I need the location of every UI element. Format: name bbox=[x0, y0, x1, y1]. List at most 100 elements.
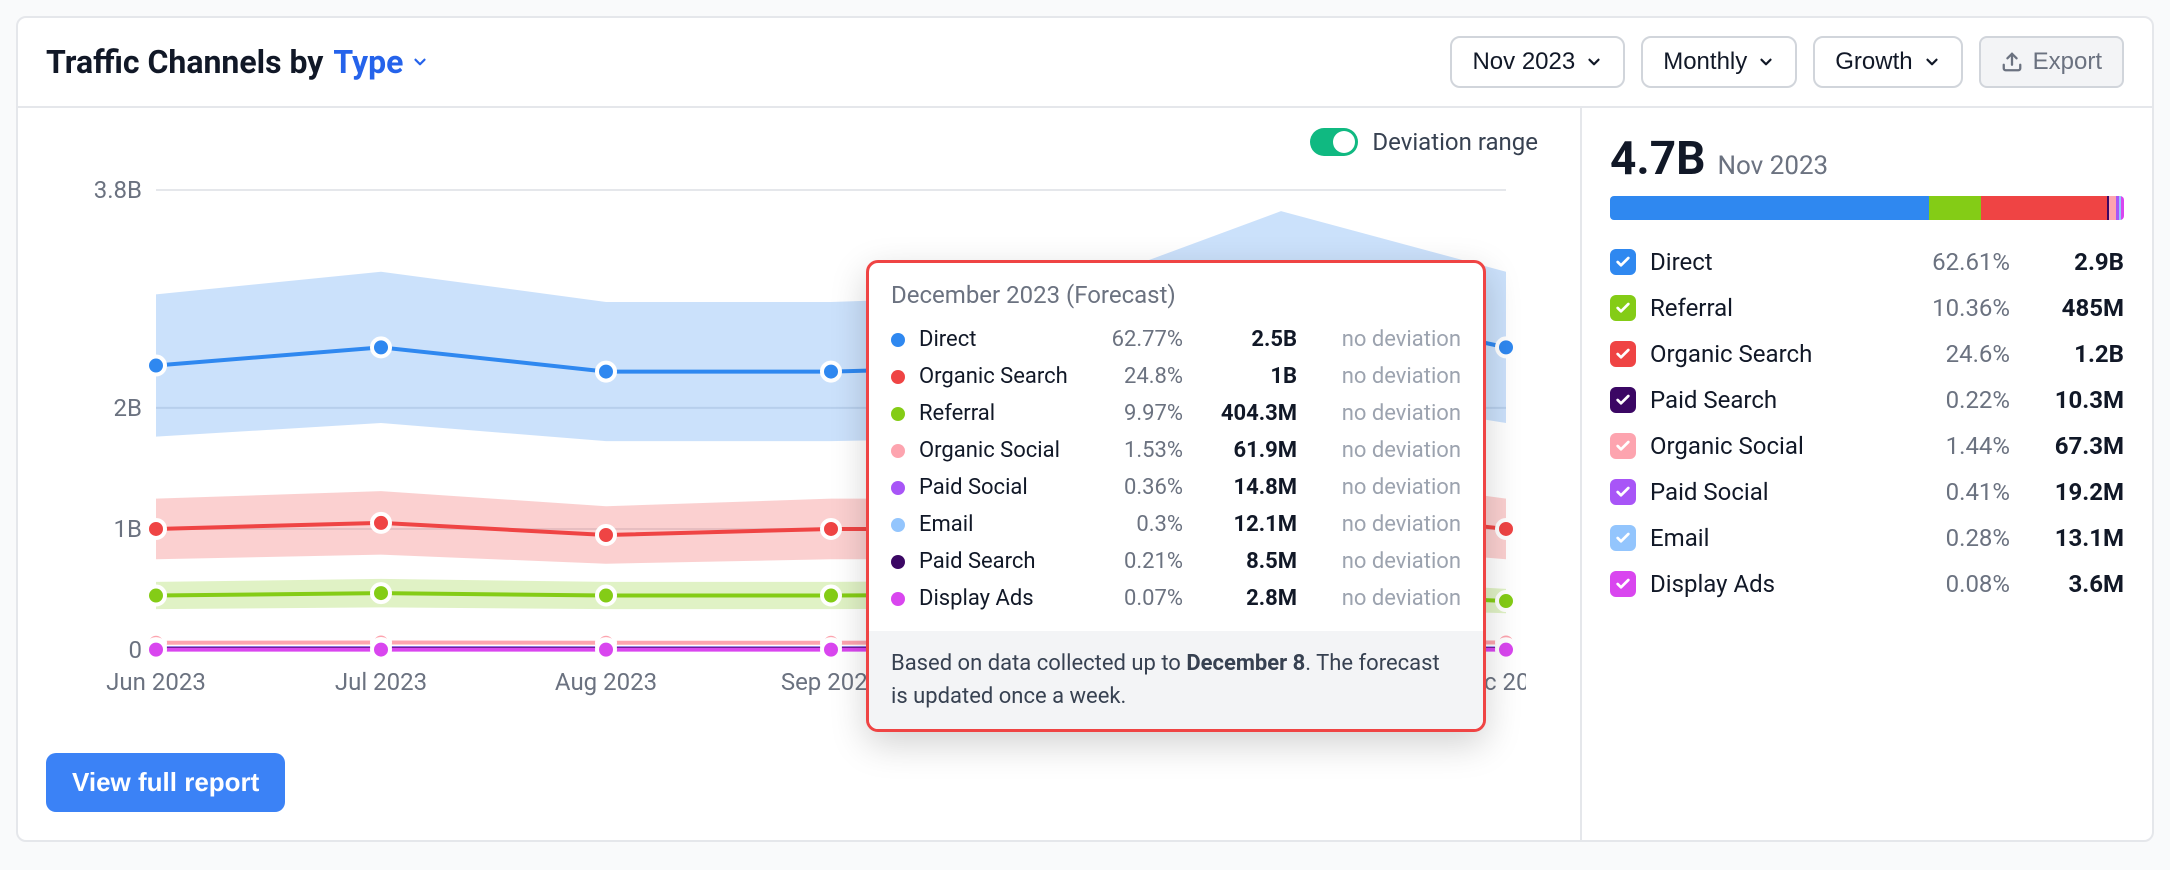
legend-row[interactable]: Organic Social1.44%67.3M bbox=[1610, 432, 2124, 460]
forecast-tooltip: December 2023 (Forecast) Direct62.77%2.5… bbox=[866, 260, 1486, 732]
tooltip-row: Paid Search0.21%8.5Mno deviation bbox=[891, 543, 1461, 580]
type-label: Type bbox=[333, 43, 403, 81]
title-prefix: Traffic Channels by bbox=[46, 43, 323, 81]
legend-value: 67.3M bbox=[2024, 432, 2124, 460]
legend-pct: 62.61% bbox=[1900, 248, 2010, 276]
legend-row[interactable]: Referral10.36%485M bbox=[1610, 294, 2124, 322]
legend-name: Organic Search bbox=[1650, 340, 1886, 368]
tooltip-series-pct: 0.21% bbox=[1083, 549, 1183, 574]
svg-text:3.8B: 3.8B bbox=[94, 176, 142, 204]
stacked-bar bbox=[1610, 196, 2124, 220]
legend-checkbox[interactable] bbox=[1610, 433, 1636, 459]
series-dot-icon bbox=[891, 407, 905, 421]
chevron-down-icon bbox=[411, 53, 429, 71]
legend-row[interactable]: Organic Search24.6%1.2B bbox=[1610, 340, 2124, 368]
chart-area[interactable]: 01B2B3.8BJun 2023Jul 2023Aug 2023Sep 202… bbox=[46, 170, 1552, 730]
card-body: Deviation range 01B2B3.8BJun 2023Jul 202… bbox=[18, 108, 2152, 840]
deviation-label: Deviation range bbox=[1372, 128, 1538, 156]
legend-value: 10.3M bbox=[2024, 386, 2124, 414]
legend-row[interactable]: Email 0.28% 13.1M bbox=[1610, 524, 2124, 552]
check-icon bbox=[1615, 346, 1631, 362]
series-dot-icon bbox=[891, 370, 905, 384]
legend-checkbox[interactable] bbox=[1610, 525, 1636, 551]
tooltip-row: Display Ads0.07%2.8Mno deviation bbox=[891, 580, 1461, 617]
svg-text:1B: 1B bbox=[114, 515, 142, 543]
series-dot-icon bbox=[891, 555, 905, 569]
legend-row[interactable]: Display Ads 0.08% 3.6M bbox=[1610, 570, 2124, 598]
view-full-report-button[interactable]: View full report bbox=[46, 753, 285, 812]
check-icon bbox=[1615, 438, 1631, 454]
metric-label: Growth bbox=[1835, 48, 1912, 76]
legend-checkbox[interactable] bbox=[1610, 387, 1636, 413]
tooltip-series-name: Organic Search bbox=[919, 364, 1069, 389]
interval-select[interactable]: Monthly bbox=[1641, 36, 1797, 88]
tooltip-series-value: 14.8M bbox=[1197, 475, 1297, 500]
legend-pct: 0.41% bbox=[1900, 478, 2010, 506]
export-button[interactable]: Export bbox=[1979, 36, 2124, 88]
chevron-down-icon bbox=[1757, 53, 1775, 71]
chevron-down-icon bbox=[1585, 53, 1603, 71]
tooltip-series-name: Organic Social bbox=[919, 438, 1069, 463]
legend-pct: 0.08% bbox=[1900, 570, 2010, 598]
legend-checkbox[interactable] bbox=[1610, 295, 1636, 321]
legend-checkbox[interactable] bbox=[1610, 341, 1636, 367]
svg-text:0: 0 bbox=[129, 636, 143, 664]
legend-pct: 0.28% bbox=[1900, 524, 2010, 552]
tooltip-row: Organic Social1.53%61.9Mno deviation bbox=[891, 432, 1461, 469]
series-dot-icon bbox=[891, 592, 905, 606]
legend-value: 13.1M bbox=[2024, 524, 2124, 552]
summary-pane: 4.7B Nov 2023 Direct62.61%2.9BReferral10… bbox=[1582, 108, 2152, 840]
date-range-select[interactable]: Nov 2023 bbox=[1450, 36, 1625, 88]
legend-row[interactable]: Paid Search0.22%10.3M bbox=[1610, 386, 2124, 414]
check-icon bbox=[1615, 530, 1631, 546]
card-header: Traffic Channels by Type Nov 2023 Monthl… bbox=[18, 18, 2152, 108]
tooltip-series-pct: 0.07% bbox=[1083, 586, 1183, 611]
legend-checkbox[interactable] bbox=[1610, 479, 1636, 505]
header-controls: Nov 2023 Monthly Growth Export bbox=[1450, 36, 2124, 88]
export-label: Export bbox=[2033, 48, 2102, 76]
tooltip-row: Direct62.77%2.5Bno deviation bbox=[891, 321, 1461, 358]
chevron-down-icon bbox=[1923, 53, 1941, 71]
legend-value: 3.6M bbox=[2024, 570, 2124, 598]
series-dot-icon bbox=[891, 444, 905, 458]
legend-name: Display Ads bbox=[1650, 570, 1886, 598]
metric-select[interactable]: Growth bbox=[1813, 36, 1962, 88]
deviation-toggle-row: Deviation range bbox=[46, 128, 1538, 156]
tooltip-series-deviation: no deviation bbox=[1311, 438, 1461, 463]
tooltip-series-value: 8.5M bbox=[1197, 549, 1297, 574]
legend-value: 19.2M bbox=[2024, 478, 2124, 506]
legend-name: Organic Social bbox=[1650, 432, 1886, 460]
legend-value: 2.9B bbox=[2024, 248, 2124, 276]
traffic-channels-card: Traffic Channels by Type Nov 2023 Monthl… bbox=[16, 16, 2154, 842]
legend-name: Paid Social bbox=[1650, 478, 1886, 506]
tooltip-series-value: 1B bbox=[1197, 364, 1297, 389]
tooltip-series-name: Email bbox=[919, 512, 1069, 537]
legend-value: 485M bbox=[2024, 294, 2124, 322]
stacked-segment bbox=[2121, 196, 2124, 220]
tooltip-title: December 2023 (Forecast) bbox=[869, 263, 1483, 321]
interval-label: Monthly bbox=[1663, 48, 1747, 76]
svg-text:Aug 2023: Aug 2023 bbox=[555, 668, 657, 696]
legend-pct: 24.6% bbox=[1900, 340, 2010, 368]
tooltip-series-deviation: no deviation bbox=[1311, 401, 1461, 426]
svg-text:Jul 2023: Jul 2023 bbox=[335, 668, 427, 696]
tooltip-row: Organic Search24.8%1Bno deviation bbox=[891, 358, 1461, 395]
stacked-segment bbox=[1610, 196, 1929, 220]
total-period: Nov 2023 bbox=[1717, 151, 1828, 181]
legend-checkbox[interactable] bbox=[1610, 571, 1636, 597]
tooltip-series-pct: 9.97% bbox=[1083, 401, 1183, 426]
legend-checkbox[interactable] bbox=[1610, 249, 1636, 275]
deviation-toggle[interactable] bbox=[1310, 128, 1358, 156]
series-dot-icon bbox=[891, 333, 905, 347]
legend-row[interactable]: Paid Social 0.41% 19.2M bbox=[1610, 478, 2124, 506]
tooltip-series-name: Paid Search bbox=[919, 549, 1069, 574]
legend-name: Email bbox=[1650, 524, 1886, 552]
card-title: Traffic Channels by Type bbox=[46, 43, 429, 81]
tooltip-series-pct: 0.3% bbox=[1083, 512, 1183, 537]
tooltip-series-pct: 1.53% bbox=[1083, 438, 1183, 463]
type-dropdown[interactable]: Type bbox=[333, 43, 429, 81]
legend-row[interactable]: Direct62.61%2.9B bbox=[1610, 248, 2124, 276]
check-icon bbox=[1615, 254, 1631, 270]
legend-name: Paid Search bbox=[1650, 386, 1886, 414]
stacked-segment bbox=[1981, 196, 2106, 220]
